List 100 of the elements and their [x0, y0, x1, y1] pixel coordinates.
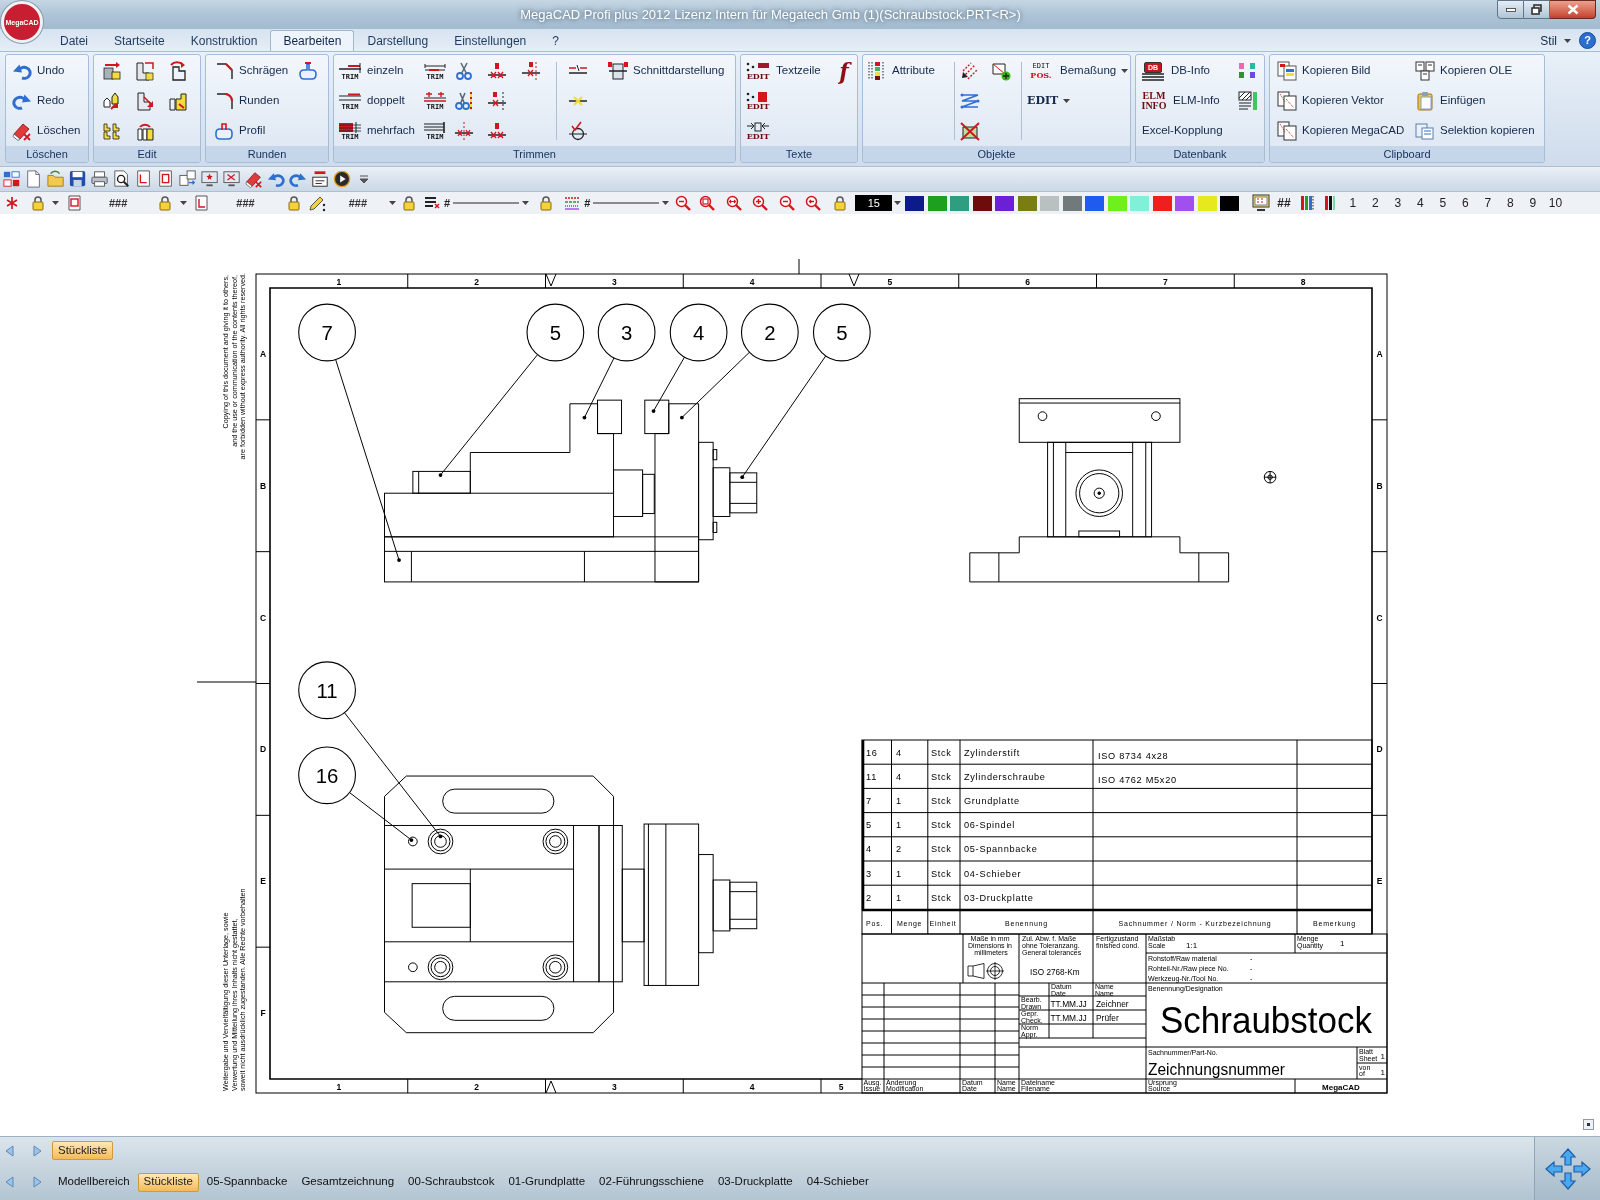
- zoom-pan-icon[interactable]: [726, 195, 743, 211]
- drawing-area[interactable]: [0, 214, 1600, 1136]
- asterisk-icon[interactable]: [4, 195, 20, 211]
- line-cross-icon[interactable]: [487, 61, 507, 81]
- close-button[interactable]: [1550, 0, 1596, 19]
- paste-button[interactable]: Einfügen: [1411, 86, 1539, 116]
- monitor-cross-icon[interactable]: [223, 170, 241, 188]
- copy-vector-button[interactable]: Kopieren Vektor: [1273, 86, 1408, 116]
- value-field[interactable]: ###: [348, 197, 368, 209]
- padlock-icon[interactable]: [538, 195, 555, 211]
- sheet-tab[interactable]: Modellbereich: [52, 1172, 136, 1192]
- color-swatch-icon[interactable]: [950, 195, 970, 211]
- grid-button[interactable]: ##: [1277, 197, 1291, 209]
- number-button[interactable]: 1: [1341, 197, 1365, 209]
- undo-icon[interactable]: [267, 170, 285, 188]
- menu-tab[interactable]: Startseite: [101, 30, 178, 51]
- redo-icon[interactable]: [289, 170, 307, 188]
- copy-image-button[interactable]: Kopieren Bild: [1273, 56, 1408, 86]
- number-button[interactable]: 3: [1386, 197, 1410, 209]
- page-frame-icon[interactable]: [157, 170, 175, 188]
- padlock-icon[interactable]: [285, 195, 302, 211]
- color-swatch-icon[interactable]: [972, 195, 992, 211]
- stretched-shape-icon[interactable]: [134, 91, 155, 111]
- box-arrow-icon[interactable]: [102, 61, 122, 81]
- sheet-tab[interactable]: 03-Druckplatte: [711, 1172, 799, 1192]
- dashed-arrows-icon[interactable]: [960, 61, 980, 81]
- line-cross-dashed-icon[interactable]: [521, 61, 541, 81]
- fillet-button[interactable]: Runden: [210, 86, 296, 116]
- zigzag-lines-icon[interactable]: [960, 91, 980, 111]
- number-button[interactable]: 2: [1364, 197, 1387, 209]
- rotated-shape-icon[interactable]: [167, 61, 188, 81]
- maximize-button[interactable]: [1524, 0, 1550, 19]
- crossed-box-icon[interactable]: [960, 121, 980, 141]
- pencil-icon[interactable]: [307, 194, 326, 212]
- chamfer-button[interactable]: Schrägen: [210, 56, 296, 86]
- sheet-tab[interactable]: 01-Grundplatte: [502, 1172, 592, 1192]
- menu-tab[interactable]: Bearbeiten: [270, 30, 355, 51]
- play-circle-icon[interactable]: [333, 170, 351, 188]
- color-swatch-icon[interactable]: [1040, 195, 1060, 211]
- minimize-button[interactable]: [1497, 0, 1524, 19]
- style-menu-button[interactable]: Stil: [1540, 30, 1571, 51]
- customize-caret-icon[interactable]: [359, 174, 369, 184]
- number-button[interactable]: 7: [1476, 197, 1500, 209]
- color-swatch-icon[interactable]: [905, 195, 925, 211]
- edit-dropdown[interactable]: EDIT: [1023, 86, 1130, 116]
- angled-shapes-icon[interactable]: [167, 91, 188, 111]
- line-style-dropdown[interactable]: #: [444, 197, 530, 209]
- sheet-tab[interactable]: Stückliste: [137, 1172, 199, 1192]
- pages-arrow-icon[interactable]: [179, 170, 197, 188]
- line-style-dropdown[interactable]: #: [584, 197, 670, 209]
- color-bars-icon[interactable]: [1300, 195, 1315, 211]
- document-magnifier-icon[interactable]: [113, 170, 131, 188]
- monitor-icon[interactable]: [1252, 194, 1271, 212]
- padlock-icon[interactable]: [30, 195, 46, 211]
- color-swatch-icon[interactable]: [995, 195, 1015, 211]
- scissors-line-icon[interactable]: [454, 91, 474, 111]
- eraser-icon[interactable]: [245, 170, 263, 188]
- section-view-button[interactable]: Schnittdarstellung: [604, 56, 729, 86]
- zoom-out-icon[interactable]: [675, 195, 692, 211]
- copy-megacad-button[interactable]: Kopieren MegaCAD: [1273, 116, 1408, 146]
- sheet-tab[interactable]: Stückliste: [52, 1141, 114, 1160]
- right-arrow-icon[interactable]: [33, 1144, 42, 1157]
- page-corner-icon[interactable]: [193, 195, 210, 211]
- hatch-list-icon[interactable]: [1238, 91, 1258, 111]
- caret-icon[interactable]: [180, 201, 188, 205]
- color-number-field[interactable]: 15: [855, 195, 893, 211]
- number-button[interactable]: 5: [1431, 197, 1455, 209]
- color-swatch-icon[interactable]: [1062, 195, 1082, 211]
- attribute-button[interactable]: Attribute: [863, 56, 951, 86]
- delete-button[interactable]: Löschen: [8, 116, 85, 146]
- redo-button[interactable]: Redo: [8, 86, 85, 116]
- shape-grid-icon[interactable]: [102, 121, 122, 141]
- copy-selection-button[interactable]: Selektion kopieren: [1411, 116, 1539, 146]
- caret-icon[interactable]: [894, 201, 902, 205]
- page-frame-icon[interactable]: [66, 195, 82, 211]
- padlock-icon[interactable]: [401, 195, 418, 211]
- padlock-icon[interactable]: [832, 195, 849, 211]
- zoom-out-icon[interactable]: [779, 195, 796, 211]
- outline-shape-icon[interactable]: [298, 61, 318, 81]
- houses-arrow-icon[interactable]: [102, 91, 122, 111]
- color-swatch-icon[interactable]: [1085, 195, 1105, 211]
- color-blocks-icon[interactable]: [1238, 61, 1258, 81]
- profile-button[interactable]: Profil: [210, 116, 296, 146]
- line-cross-icon[interactable]: [487, 91, 507, 111]
- color-swatch-icon[interactable]: [1107, 195, 1127, 211]
- color-swatch-icon[interactable]: [1197, 195, 1217, 211]
- sheet-tab[interactable]: Gesamtzeichnung: [295, 1172, 401, 1192]
- scissors-icon[interactable]: [454, 61, 474, 81]
- sheet-tab[interactable]: 02-Führungsschiene: [593, 1172, 710, 1192]
- line-weights-icon[interactable]: [424, 195, 441, 211]
- left-arrow-icon[interactable]: [5, 1144, 14, 1157]
- text-line-button[interactable]: EDIT Textzeile: [741, 56, 833, 86]
- dashed-lines-icon[interactable]: [564, 195, 581, 211]
- number-button[interactable]: 10: [1544, 197, 1567, 209]
- menu-tab[interactable]: Datei: [47, 30, 101, 51]
- value-field[interactable]: ###: [236, 197, 255, 209]
- zoom-back-icon[interactable]: [805, 195, 822, 211]
- monitor-star-icon[interactable]: [201, 170, 219, 188]
- number-button[interactable]: 6: [1454, 197, 1477, 209]
- squares-icon[interactable]: [3, 170, 21, 188]
